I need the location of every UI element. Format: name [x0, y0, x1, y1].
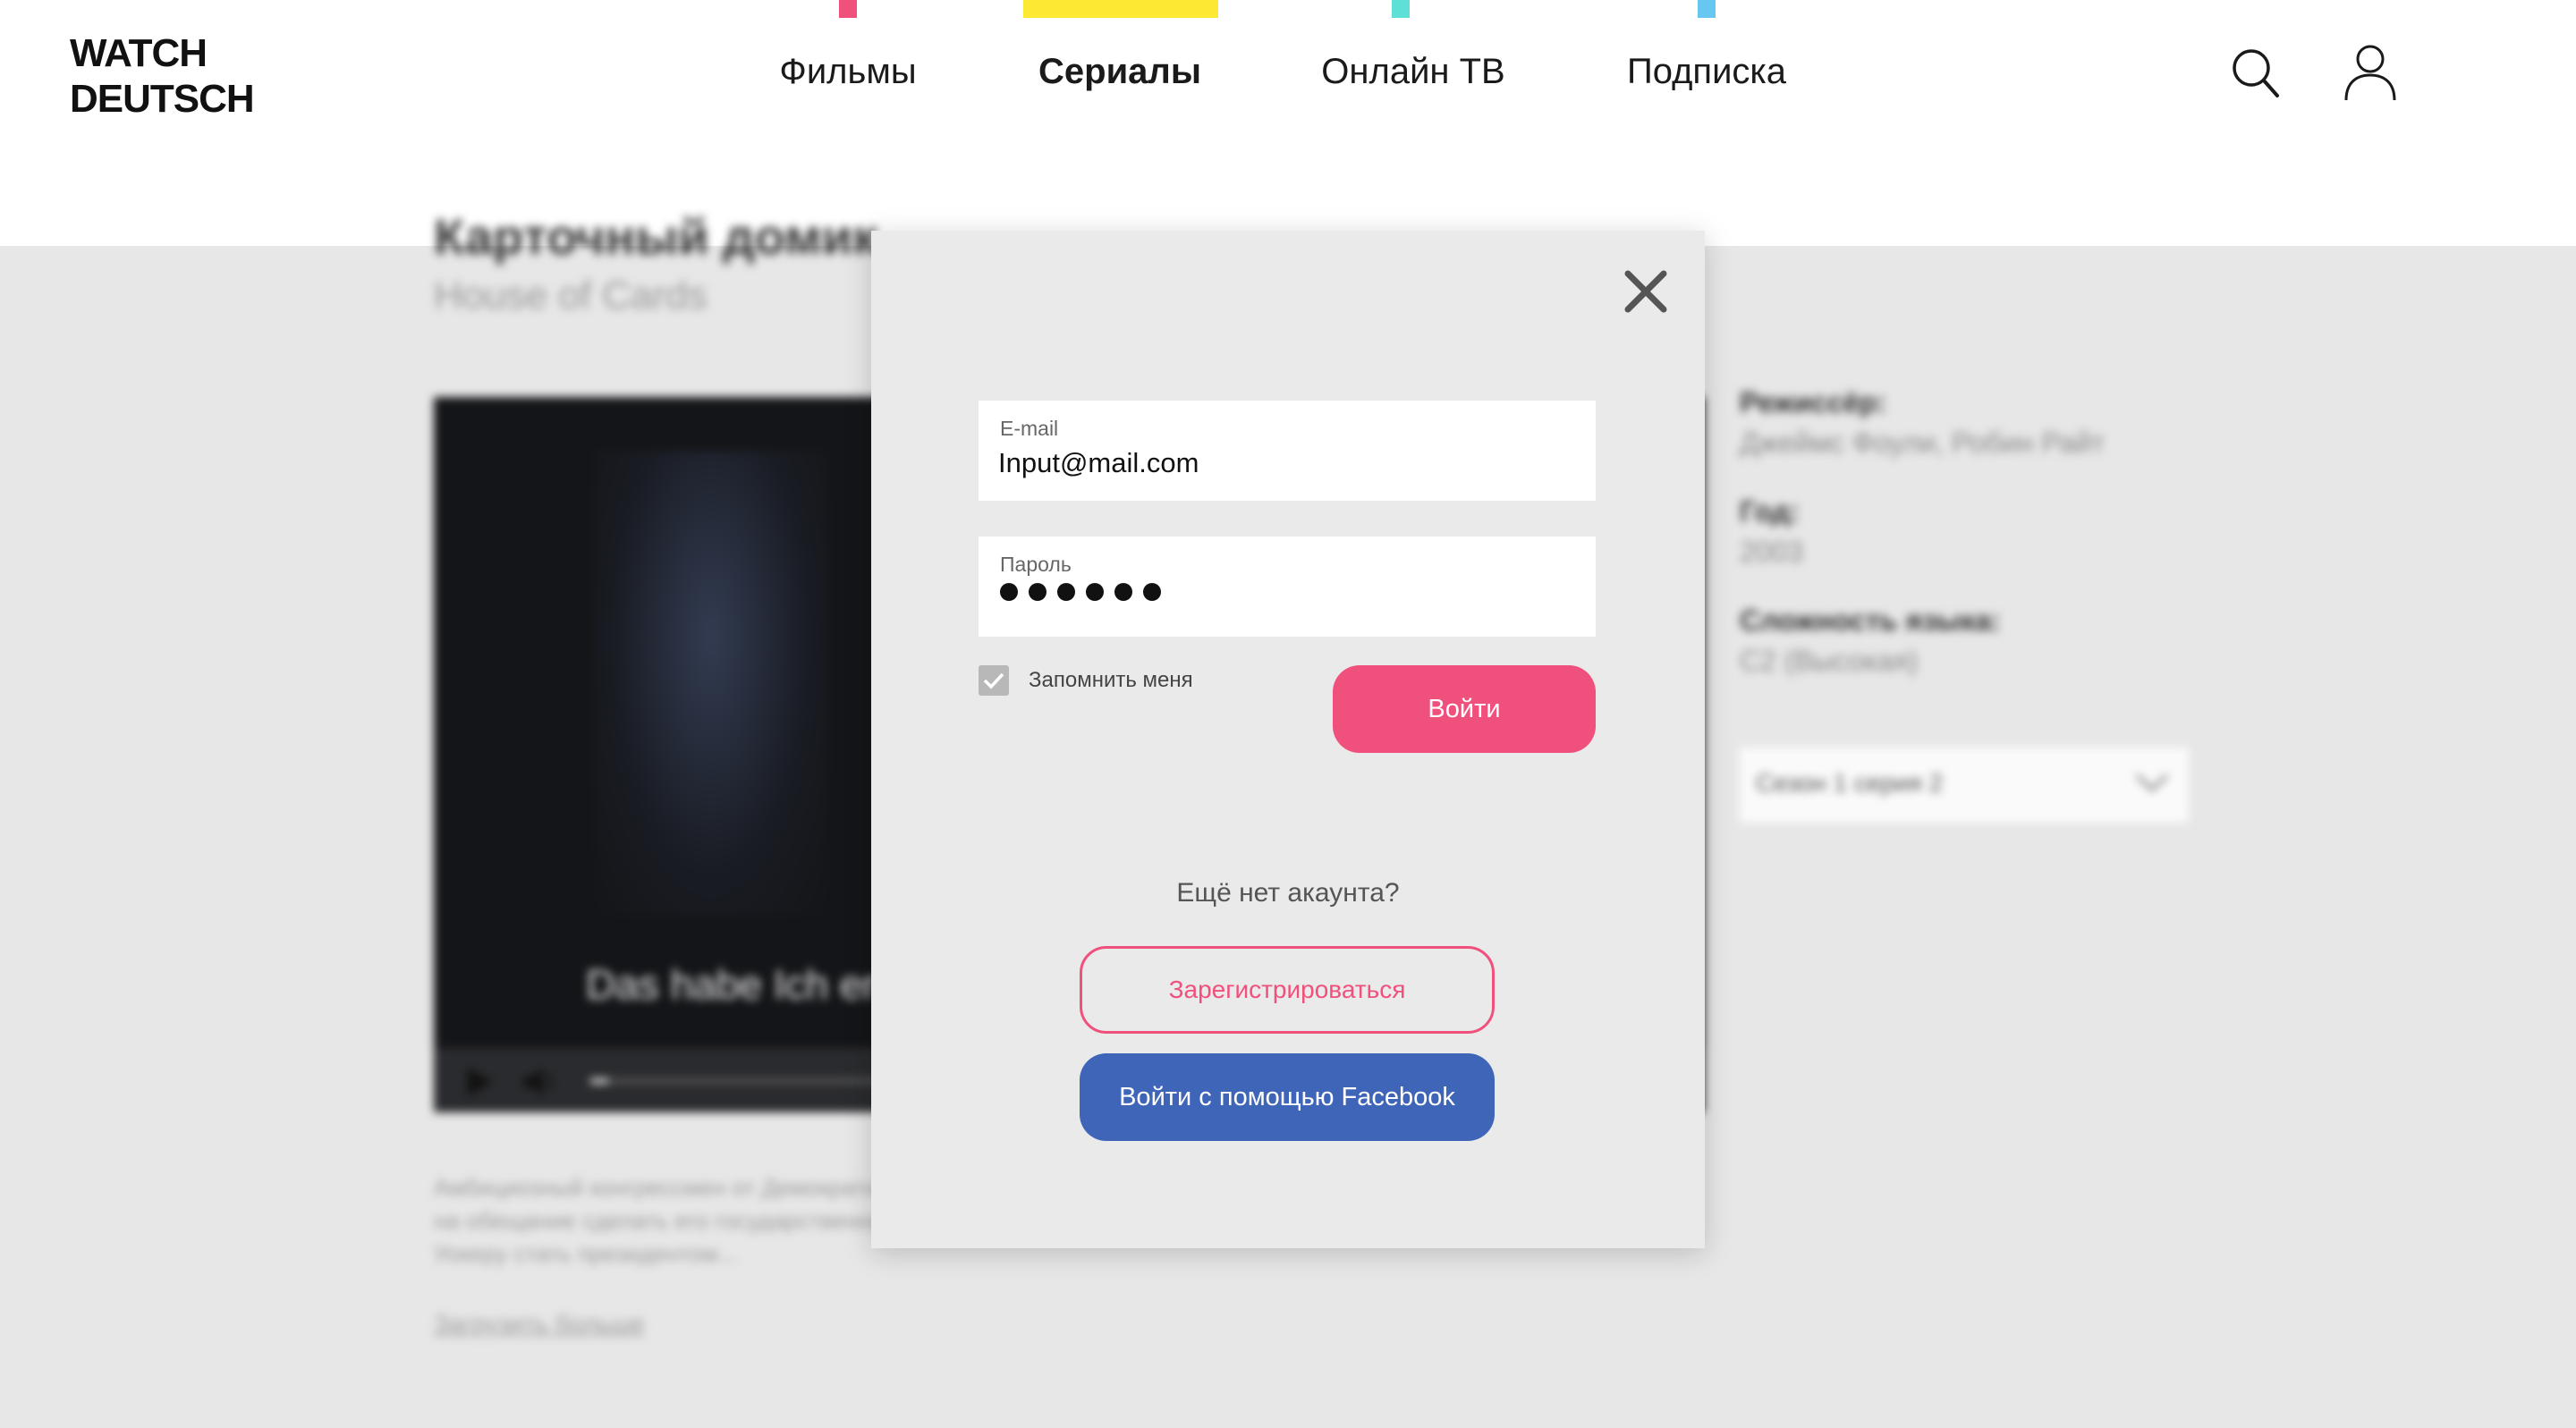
checkmark-icon	[983, 672, 1004, 689]
volume-icon[interactable]	[521, 1066, 561, 1103]
chevron-down-icon	[2135, 773, 2169, 792]
remember-me-checkbox[interactable]: Запомнить меня	[979, 665, 1193, 696]
difficulty-label: Сложность языка:	[1740, 604, 2001, 637]
password-dot	[1086, 583, 1104, 601]
close-icon[interactable]	[1621, 266, 1671, 317]
password-label: Пароль	[1000, 553, 1072, 576]
password-dot	[1114, 583, 1132, 601]
checkbox[interactable]	[979, 665, 1009, 696]
remember-me-label: Запомнить меня	[1029, 668, 1193, 692]
difficulty-value: С2 (Высокая)	[1740, 645, 1919, 677]
series-title: Карточный домик	[434, 208, 878, 265]
email-field[interactable]: E-mail	[979, 401, 1596, 501]
password-dot	[1029, 583, 1046, 601]
register-button[interactable]: Зарегистрироваться	[1080, 946, 1495, 1034]
load-more-link[interactable]: Загрузить больше	[434, 1310, 645, 1339]
series-original-title: House of Cards	[434, 274, 708, 317]
season-episode-value: Сезон 1 серия 2	[1756, 769, 1944, 797]
password-dot	[1057, 583, 1075, 601]
login-modal: E-mail Пароль Запомнить меня Войти Ещё н…	[871, 231, 1705, 1248]
email-label: E-mail	[1000, 417, 1059, 440]
year-value: 2003	[1740, 536, 1804, 568]
password-input[interactable]	[1000, 583, 1161, 601]
facebook-login-button[interactable]: Войти с помощью Facebook	[1080, 1053, 1495, 1141]
series-info: Режиссёр: Джеймс Фоули, Робин Райт Год: …	[1740, 386, 2223, 714]
progress-fill	[590, 1078, 608, 1084]
director-label: Режиссёр:	[1740, 386, 1886, 418]
password-dot	[1000, 583, 1018, 601]
season-episode-select[interactable]: Сезон 1 серия 2	[1740, 748, 2189, 823]
director-value: Джеймс Фоули, Робин Райт	[1740, 427, 2106, 459]
login-button[interactable]: Войти	[1333, 665, 1596, 753]
email-input[interactable]	[998, 444, 1571, 483]
password-dot	[1143, 583, 1161, 601]
no-account-text: Ещё нет акаунта?	[1176, 878, 1400, 908]
year-label: Год:	[1740, 495, 1800, 528]
password-field[interactable]: Пароль	[979, 537, 1596, 637]
play-icon[interactable]	[466, 1066, 495, 1103]
video-frame	[595, 451, 827, 916]
video-subtitle: Das habe Ich er	[586, 961, 877, 1008]
